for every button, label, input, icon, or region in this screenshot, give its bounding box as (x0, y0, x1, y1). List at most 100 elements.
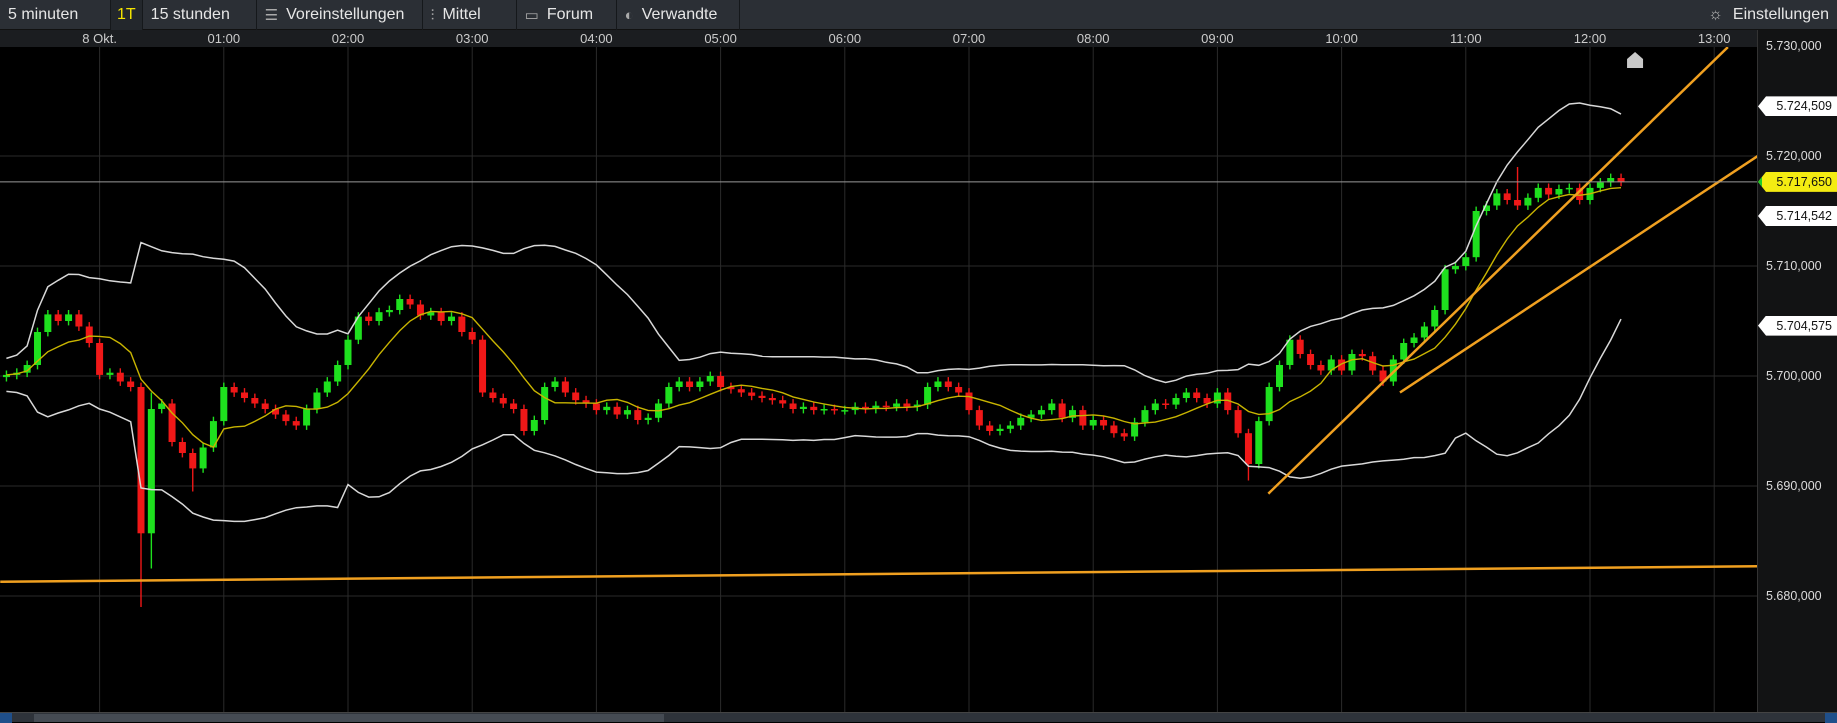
time-tick-label: 10:00 (1325, 31, 1358, 46)
candle-body (1089, 420, 1097, 426)
horizontal-scrollbar[interactable] (0, 712, 1837, 723)
forum-label: Forum (546, 6, 594, 23)
candle-body (1545, 187, 1553, 195)
candle-body (1514, 200, 1522, 206)
candle-body (1006, 425, 1014, 429)
candle-body (323, 381, 331, 393)
candle-body (1151, 403, 1159, 411)
bollinger-upper-band (6, 102, 1622, 384)
price-tick-label: 5.680,000 (1766, 589, 1822, 603)
candle-body (675, 381, 683, 387)
time-tick-label: 02:00 (331, 31, 365, 46)
candle-body (1420, 326, 1428, 338)
candle-body (375, 312, 383, 321)
candle-body (965, 392, 973, 411)
eye-icon: ◐ (624, 6, 634, 24)
settings-button[interactable]: ☼ Einstellungen (1708, 0, 1829, 30)
candle-body (1255, 421, 1263, 464)
candle-body (1358, 354, 1366, 357)
candle-body (572, 392, 580, 401)
candle-body (1079, 410, 1087, 426)
candle-body (96, 343, 104, 375)
candle-body (44, 314, 52, 332)
candle-body (1193, 392, 1201, 398)
candle-body (944, 381, 952, 387)
candle-body (1348, 354, 1356, 371)
time-tick-label: 03:00 (455, 31, 489, 46)
candle-body (313, 392, 321, 409)
presets-button[interactable]: ☰ Voreinstellungen (257, 0, 423, 30)
scrollbar-thumb[interactable] (34, 714, 664, 722)
time-tick-label: 12:00 (1573, 31, 1607, 46)
candle-body (561, 381, 569, 393)
candle-body (1244, 433, 1252, 464)
candle-body (779, 400, 787, 404)
candle-body (230, 387, 238, 393)
range-button[interactable]: 15 stunden (143, 0, 257, 30)
time-tick-label: 09:00 (1201, 31, 1234, 46)
candle-body (65, 314, 73, 321)
candle-body (1524, 197, 1532, 206)
price-tag-current: 5.717,650 (1758, 171, 1837, 192)
candle-body (303, 409, 311, 426)
candle-body (1441, 269, 1449, 310)
price-tick-label: 5.730,000 (1766, 39, 1822, 53)
candle-body (768, 398, 776, 401)
interval-label: 5 minuten (8, 6, 79, 23)
time-tick-label: 06:00 (828, 31, 862, 46)
time-tick-label: 11:00 (1450, 31, 1482, 46)
time-tick-label: 01:00 (207, 31, 241, 46)
candle-body (975, 410, 983, 426)
gear-icon: ☼ (1708, 6, 1723, 23)
price-chart[interactable] (0, 47, 1757, 712)
price-axis[interactable]: 5.730,000 5.720,000 5.710,000 5.700,000 5.69… (1757, 30, 1837, 712)
candle-body (1172, 398, 1180, 405)
time-tick-label: 13:00 (1697, 31, 1731, 46)
candle-body (1317, 365, 1325, 371)
candle-body (737, 389, 745, 393)
presets-label: Voreinstellungen (286, 6, 405, 23)
candle-body (385, 310, 393, 313)
related-button[interactable]: ◐ Verwandte (617, 0, 740, 30)
candle-body (706, 376, 714, 382)
candle-body (241, 392, 248, 398)
candle-body (882, 405, 890, 408)
candle-body (499, 398, 507, 404)
candle-body (1462, 257, 1470, 266)
forum-button[interactable]: ▭ Forum (517, 0, 617, 30)
interval-button[interactable]: 5 minuten (0, 0, 111, 30)
candle-body (1431, 310, 1439, 327)
candle-body (199, 447, 207, 469)
candle-body (893, 403, 901, 407)
candle-body (799, 406, 807, 409)
candle-body (1265, 387, 1273, 422)
candle-body (334, 365, 342, 382)
channel-upper (1267, 47, 1729, 495)
bollinger-lower-band (6, 318, 1622, 523)
candle-body (448, 316, 455, 321)
candle-body (1110, 425, 1118, 434)
candle-body (1410, 337, 1418, 343)
range-badge[interactable]: 1T (111, 0, 143, 30)
candle-body (1596, 182, 1604, 188)
price-tag-upper-band: 5.724,509 (1758, 96, 1837, 117)
candle-body (147, 409, 155, 534)
candle-body (551, 381, 559, 387)
settings-label: Einstellungen (1732, 6, 1829, 23)
candle-body (489, 392, 497, 398)
candle-body (1037, 410, 1045, 415)
candle-body (479, 339, 487, 393)
toolbar: 5 minuten 1T 15 stunden ☰ Voreinstellunge… (0, 0, 1837, 30)
candle-body (830, 409, 838, 411)
price-tick-label: 5.690,000 (1766, 479, 1822, 493)
candle-body (220, 387, 228, 422)
candles-icon: ⫶ (430, 6, 435, 24)
candle-body (613, 406, 621, 415)
time-tick-label: 04:00 (580, 31, 613, 46)
candle-body (178, 442, 186, 453)
candle-body (996, 428, 1004, 431)
candle-body (903, 403, 911, 407)
price-tag-lower-band: 5.704,575 (1758, 315, 1837, 336)
candle-body (1017, 417, 1025, 426)
indicators-button[interactable]: ⫶ Mittel (423, 0, 517, 30)
